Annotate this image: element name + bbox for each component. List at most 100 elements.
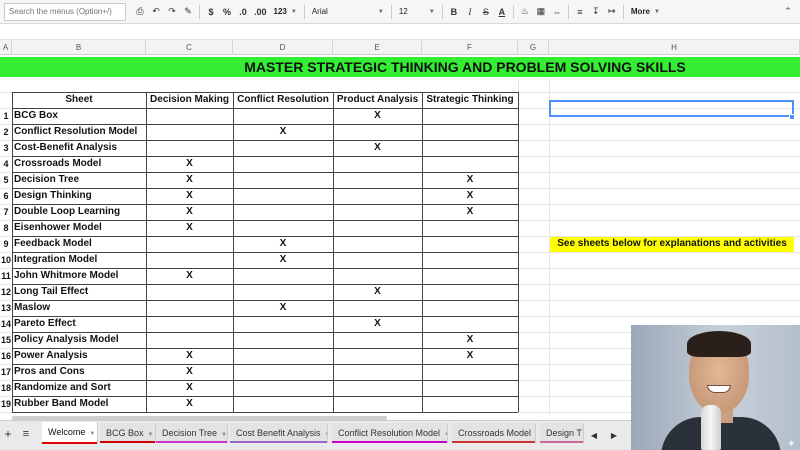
sheet-name-cell[interactable]: Randomize and Sort — [12, 380, 146, 396]
mark-cell[interactable] — [233, 332, 333, 348]
column-header-f[interactable]: F — [422, 40, 518, 55]
row-number[interactable]: 4 — [0, 156, 12, 172]
mark-cell[interactable] — [333, 236, 422, 252]
sheet-name-cell[interactable]: Rubber Band Model — [12, 396, 146, 412]
horizontal-align-icon[interactable]: ≡ — [572, 3, 588, 21]
sheet-name-cell[interactable]: Cost-Benefit Analysis — [12, 140, 146, 156]
redo-icon[interactable]: ↷ — [164, 3, 180, 21]
add-sheet-icon[interactable]: + — [0, 425, 16, 443]
chevron-down-icon[interactable]: ▼ — [221, 432, 227, 438]
row-number[interactable]: 2 — [0, 124, 12, 140]
mark-cell[interactable] — [333, 364, 422, 380]
mark-cell[interactable] — [422, 108, 518, 124]
row-number[interactable]: 10 — [0, 252, 12, 268]
mark-cell[interactable] — [233, 156, 333, 172]
mark-cell[interactable]: X — [422, 348, 518, 364]
mark-cell[interactable] — [146, 332, 233, 348]
mark-cell[interactable] — [422, 396, 518, 412]
mark-cell[interactable]: X — [233, 236, 333, 252]
mark-cell[interactable]: X — [333, 108, 422, 124]
mark-cell[interactable] — [146, 140, 233, 156]
mark-cell[interactable] — [233, 348, 333, 364]
column-header-e[interactable]: E — [333, 40, 422, 55]
chevron-down-icon[interactable]: ▼ — [325, 432, 327, 438]
selected-cell[interactable] — [549, 100, 794, 117]
mark-cell[interactable] — [233, 220, 333, 236]
mark-cell[interactable]: X — [146, 156, 233, 172]
more-dropdown[interactable]: More ▼ — [627, 3, 664, 21]
sheet-name-cell[interactable]: Conflict Resolution Model — [12, 124, 146, 140]
mark-cell[interactable] — [233, 172, 333, 188]
sheet-name-cell[interactable]: Eisenhower Model — [12, 220, 146, 236]
font-size-dropdown[interactable]: 12 ▼ — [395, 3, 439, 21]
mark-cell[interactable] — [146, 284, 233, 300]
mark-cell[interactable]: X — [422, 204, 518, 220]
paint-format-icon[interactable]: ✎ — [180, 3, 196, 21]
mark-cell[interactable]: X — [333, 284, 422, 300]
vertical-align-icon[interactable]: ↧ — [588, 3, 604, 21]
percent-format-button[interactable]: % — [219, 3, 235, 21]
merge-cells-icon[interactable]: ⇔ — [549, 3, 565, 21]
mark-cell[interactable] — [422, 124, 518, 140]
chevron-down-icon[interactable]: ▼ — [148, 432, 154, 438]
sheet-tab[interactable]: Cost Benefit Analysis ▼ — [230, 423, 328, 443]
undo-icon[interactable]: ↶ — [148, 3, 164, 21]
mark-cell[interactable]: X — [146, 268, 233, 284]
fill-handle[interactable] — [789, 114, 795, 120]
mark-cell[interactable] — [233, 188, 333, 204]
increase-decimal-button[interactable]: .00 — [251, 3, 270, 21]
mark-cell[interactable] — [233, 284, 333, 300]
mark-cell[interactable]: X — [233, 124, 333, 140]
column-label[interactable]: Sheet — [12, 92, 146, 108]
chevron-down-icon[interactable]: ▼ — [444, 432, 447, 438]
mark-cell[interactable] — [422, 220, 518, 236]
mark-cell[interactable]: X — [146, 348, 233, 364]
sheet-name-cell[interactable]: Power Analysis — [12, 348, 146, 364]
sheet-name-cell[interactable]: Policy Analysis Model — [12, 332, 146, 348]
bold-button[interactable]: B — [446, 3, 462, 21]
column-label[interactable]: Product Analysis — [333, 92, 422, 108]
menu-search-input[interactable] — [4, 2, 126, 21]
mark-cell[interactable] — [233, 364, 333, 380]
column-header-a[interactable]: A — [0, 40, 12, 55]
mark-cell[interactable] — [233, 380, 333, 396]
row-number[interactable]: 17 — [0, 364, 12, 380]
sheet-name-cell[interactable]: Feedback Model — [12, 236, 146, 252]
mark-cell[interactable]: X — [333, 316, 422, 332]
mark-cell[interactable] — [422, 236, 518, 252]
mark-cell[interactable]: X — [422, 188, 518, 204]
scroll-tabs-right-icon[interactable]: ▶ — [606, 426, 622, 444]
mark-cell[interactable] — [233, 204, 333, 220]
mark-cell[interactable] — [333, 348, 422, 364]
row-number[interactable]: 18 — [0, 380, 12, 396]
mark-cell[interactable] — [146, 300, 233, 316]
mark-cell[interactable]: X — [146, 364, 233, 380]
sheet-name-cell[interactable]: John Whitmore Model — [12, 268, 146, 284]
sheet-name-cell[interactable]: Long Tail Effect — [12, 284, 146, 300]
column-label[interactable]: Strategic Thinking — [422, 92, 518, 108]
sheet-name-cell[interactable]: Double Loop Learning — [12, 204, 146, 220]
mark-cell[interactable] — [422, 268, 518, 284]
mark-cell[interactable]: X — [333, 140, 422, 156]
row-number[interactable]: 9 — [0, 236, 12, 252]
mark-cell[interactable] — [233, 396, 333, 412]
mark-cell[interactable]: X — [146, 204, 233, 220]
sheet-tab[interactable]: Conflict Resolution Model▼ — [332, 423, 448, 443]
mark-cell[interactable] — [422, 316, 518, 332]
sheet-name-cell[interactable]: Design Thinking — [12, 188, 146, 204]
column-header-h[interactable]: H — [549, 40, 800, 55]
mark-cell[interactable] — [333, 380, 422, 396]
sheet-name-cell[interactable]: Integration Model — [12, 252, 146, 268]
number-format-dropdown[interactable]: 123 ▼ — [270, 3, 301, 21]
mark-cell[interactable]: X — [146, 396, 233, 412]
mark-cell[interactable] — [422, 140, 518, 156]
mark-cell[interactable] — [333, 124, 422, 140]
row-number[interactable]: 7 — [0, 204, 12, 220]
mark-cell[interactable]: X — [146, 380, 233, 396]
borders-icon[interactable]: ▦ — [533, 3, 549, 21]
column-label[interactable]: Conflict Resolution — [233, 92, 333, 108]
decrease-decimal-button[interactable]: .0 — [235, 3, 251, 21]
row-number[interactable]: 8 — [0, 220, 12, 236]
mark-cell[interactable] — [146, 316, 233, 332]
row-number[interactable]: 19 — [0, 396, 12, 412]
